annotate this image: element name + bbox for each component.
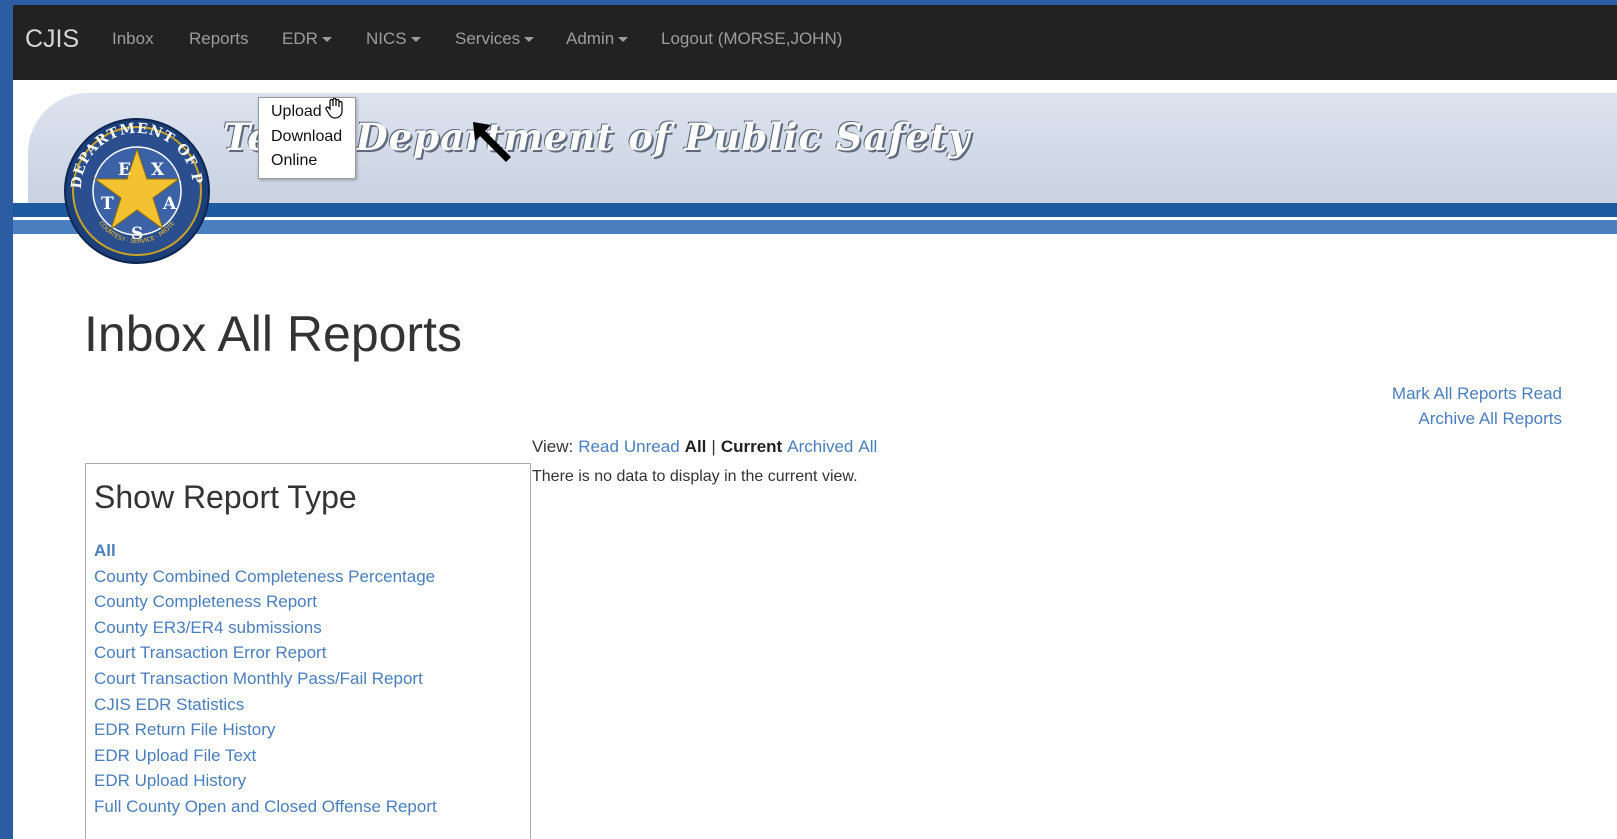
empty-state-message: There is no data to display in the curre… — [532, 468, 858, 485]
nav-edr-dropdown[interactable]: EDR — [282, 29, 332, 49]
nav-reports-label: Reports — [189, 29, 249, 48]
report-type-item[interactable]: Full County Open and Closed Offense Repo… — [94, 794, 437, 820]
caret-down-icon — [410, 37, 421, 43]
nav-reports[interactable]: Reports — [189, 29, 249, 49]
brand-logo[interactable]: CJIS — [25, 25, 79, 54]
view-read-link[interactable]: Read — [578, 437, 619, 456]
report-type-item[interactable]: Court Transaction Error Report — [94, 640, 437, 666]
report-type-item[interactable]: County Combined Completeness Percentage — [94, 564, 437, 590]
caret-down-icon — [321, 37, 332, 43]
arrow-cursor-icon — [473, 122, 511, 162]
nav-services-dropdown[interactable]: Services — [455, 29, 535, 49]
nav-logout-label: Logout (MORSE,JOHN) — [661, 29, 843, 48]
nav-logout[interactable]: Logout (MORSE,JOHN) — [661, 29, 842, 49]
report-type-item-all[interactable]: All — [94, 538, 437, 564]
report-type-heading: Show Report Type — [94, 479, 357, 515]
dropdown-item-download[interactable]: Download — [271, 128, 342, 146]
view-unread-link[interactable]: Unread — [624, 437, 680, 456]
report-type-item[interactable]: Court Transaction Monthly Pass/Fail Repo… — [94, 666, 437, 692]
nav-admin-dropdown[interactable]: Admin — [566, 29, 629, 49]
browser-viewport: CJIS Inbox Reports EDR NICS Services Adm… — [13, 5, 1617, 839]
view-separator: | — [711, 437, 716, 456]
nav-nics-label: NICS — [366, 29, 407, 48]
seal-letter: X — [151, 160, 165, 180]
top-navbar: CJIS Inbox Reports EDR NICS Services Adm… — [13, 5, 1617, 80]
view-label: View: — [532, 437, 574, 456]
dropdown-item-online[interactable]: Online — [271, 152, 317, 170]
caret-down-icon — [618, 37, 629, 43]
nav-admin-label: Admin — [566, 29, 615, 48]
report-type-item[interactable]: CJIS EDR Statistics — [94, 692, 437, 718]
report-type-list: All County Combined Completeness Percent… — [94, 538, 437, 820]
page-title: Inbox All Reports — [84, 306, 462, 362]
hand-cursor-icon — [325, 97, 343, 119]
nav-inbox[interactable]: Inbox — [112, 29, 154, 49]
seal-letter: T — [101, 194, 114, 214]
dropdown-item-upload[interactable]: Upload — [271, 103, 322, 121]
report-type-panel: Show Report Type All County Combined Com… — [85, 463, 531, 839]
seal-letter: A — [162, 194, 177, 214]
report-type-item[interactable]: EDR Upload File Text — [94, 743, 437, 769]
view-archived-link[interactable]: Archived — [787, 437, 853, 456]
report-type-item[interactable]: EDR Upload History — [94, 768, 437, 794]
mark-all-read-link[interactable]: Mark All Reports Read — [1392, 384, 1562, 404]
view-current-active[interactable]: Current — [721, 437, 782, 456]
archive-all-link[interactable]: Archive All Reports — [1418, 409, 1562, 429]
banner-stripe — [13, 203, 1617, 217]
seal-letter: E — [118, 160, 131, 180]
caret-down-icon — [524, 37, 535, 43]
nav-services-label: Services — [455, 29, 521, 48]
banner-stripe — [13, 220, 1617, 234]
dps-banner: Texas Department of Public Safety DEPART… — [13, 85, 1617, 285]
view-all-archive-link[interactable]: All — [858, 437, 877, 456]
texas-dps-seal-icon: DEPARTMENT OF PUBLIC SAFETY E X T A S CO… — [63, 105, 210, 264]
report-type-item[interactable]: EDR Return File History — [94, 717, 437, 743]
report-type-item[interactable]: County Completeness Report — [94, 589, 437, 615]
view-all-status-active[interactable]: All — [685, 437, 707, 456]
view-filter-bar: View: Read Unread All | Current Archived All — [532, 437, 882, 457]
report-type-item[interactable]: County ER3/ER4 submissions — [94, 615, 437, 641]
nav-nics-dropdown[interactable]: NICS — [366, 29, 421, 49]
nav-inbox-label: Inbox — [112, 29, 154, 48]
nav-edr-label: EDR — [282, 29, 318, 48]
